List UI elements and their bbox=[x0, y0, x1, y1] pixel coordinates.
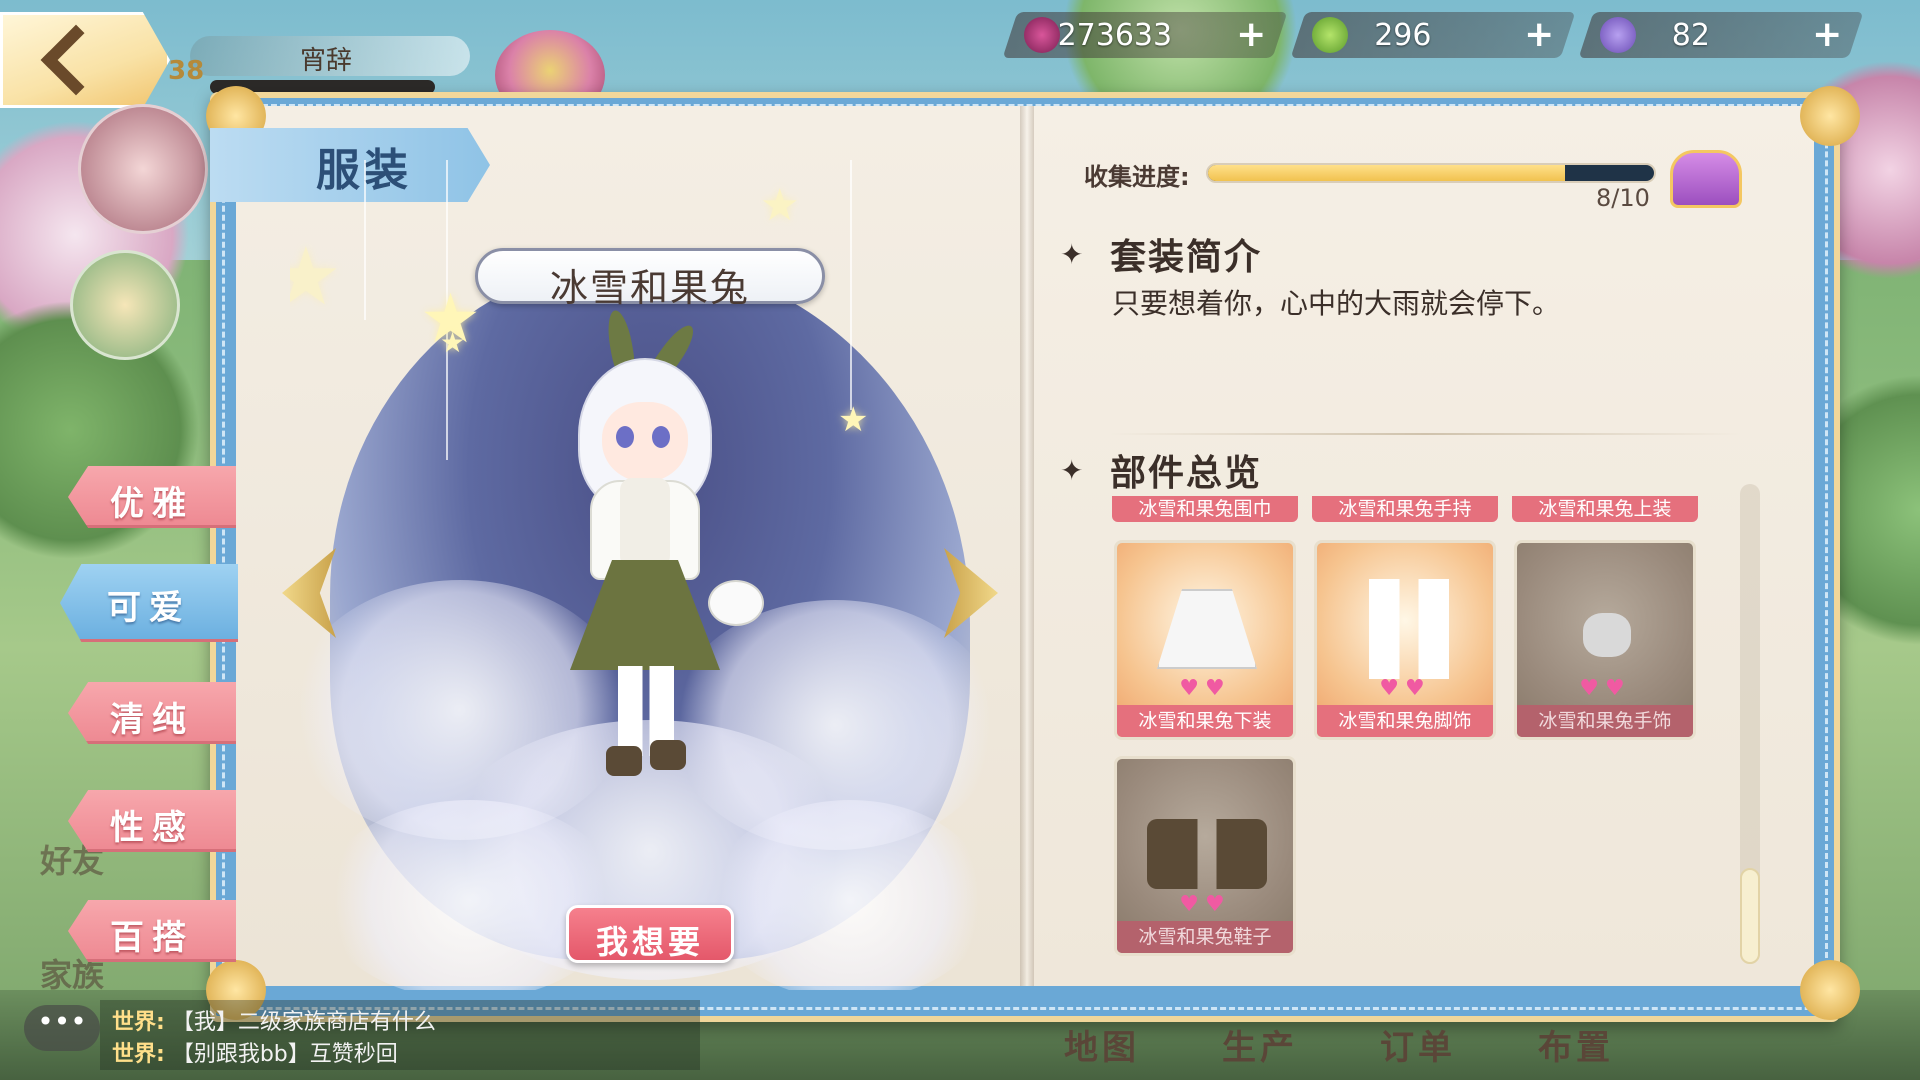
add-berries-button[interactable]: + bbox=[1236, 14, 1266, 55]
part-label: 冰雪和果兔下装 bbox=[1117, 705, 1293, 737]
intro-text: 只要想着你，心中的大雨就会停下。 bbox=[1112, 287, 1561, 320]
bunny-plush bbox=[708, 580, 764, 626]
scarf bbox=[620, 478, 670, 568]
chat-message: 【我】二级家族商店有什么 bbox=[171, 1010, 436, 1035]
add-grapes-button[interactable]: + bbox=[1812, 14, 1842, 55]
player-level: 38 bbox=[168, 56, 205, 86]
star-icon: ★ bbox=[760, 180, 800, 231]
part-card-socks[interactable]: ♥♥ 冰雪和果兔脚饰 bbox=[1314, 540, 1496, 740]
part-label: 冰雪和果兔手饰 bbox=[1517, 705, 1693, 737]
chat-line: 世界: 【别跟我bb】互赞秒回 bbox=[112, 1036, 398, 1068]
currency-value: 273633 bbox=[1057, 18, 1173, 53]
tab-pure[interactable]: 清纯 bbox=[68, 682, 236, 744]
tab-label: 优雅 bbox=[110, 484, 194, 524]
star-icon: ★ bbox=[440, 326, 466, 359]
tab-sexy[interactable]: 性感 bbox=[68, 790, 236, 852]
tab-label: 百搭 bbox=[110, 918, 194, 958]
nav-production[interactable]: 生产 bbox=[1222, 1020, 1298, 1069]
star-bullet-icon: ✦ bbox=[1060, 238, 1084, 271]
corner-ornament-icon bbox=[1800, 960, 1860, 1020]
part-card-shoes[interactable]: ♥♥ 冰雪和果兔鞋子 bbox=[1114, 756, 1296, 956]
corner-ornament-icon bbox=[1800, 86, 1860, 146]
part-label: 冰雪和果兔上装 bbox=[1512, 496, 1698, 522]
face bbox=[602, 402, 688, 482]
back-button[interactable] bbox=[0, 12, 170, 108]
heart-rating: ♥♥ bbox=[1179, 892, 1231, 917]
part-card-skirt[interactable]: ♥♥ 冰雪和果兔下装 bbox=[1114, 540, 1296, 740]
book-spine bbox=[1020, 106, 1034, 986]
tab-label: 性感 bbox=[110, 808, 194, 848]
eye-right bbox=[652, 426, 670, 448]
bracelet-icon bbox=[1583, 613, 1631, 657]
treasure-chest-icon[interactable] bbox=[1670, 150, 1742, 208]
collection-progress-fill bbox=[1208, 165, 1565, 181]
part-label: 冰雪和果兔围巾 bbox=[1112, 496, 1298, 522]
shoe-left bbox=[606, 746, 642, 776]
shoes-icon bbox=[1147, 819, 1267, 889]
section-divider bbox=[1110, 433, 1740, 435]
currency-value: 296 bbox=[1374, 18, 1432, 53]
want-button-label: 我想要 bbox=[595, 923, 704, 961]
parts-grid: 冰雪和果兔围巾 冰雪和果兔手持 冰雪和果兔上装 ♥♥ 冰雪和果兔下装 ♥♥ 冰雪… bbox=[1112, 496, 1752, 966]
nav-decorate[interactable]: 布置 bbox=[1538, 1020, 1614, 1069]
currency-berries: 273633 + bbox=[1002, 12, 1288, 58]
part-label: 冰雪和果兔脚饰 bbox=[1317, 705, 1493, 737]
parts-scroll-thumb[interactable] bbox=[1740, 868, 1760, 964]
chat-message: 【别跟我bb】互赞秒回 bbox=[171, 1042, 398, 1067]
collection-progress-bar bbox=[1206, 163, 1656, 183]
nav-map[interactable]: 地图 bbox=[1064, 1020, 1140, 1069]
currency-value: 82 bbox=[1671, 18, 1710, 53]
tab-elegant[interactable]: 优雅 bbox=[68, 466, 236, 528]
part-label: 冰雪和果兔鞋子 bbox=[1117, 921, 1293, 953]
tab-label: 清纯 bbox=[110, 700, 194, 740]
star-bullet-icon: ✦ bbox=[1060, 454, 1084, 487]
add-leaves-button[interactable]: + bbox=[1524, 14, 1554, 55]
shoe-right bbox=[650, 740, 686, 770]
heart-rating: ♥♥ bbox=[1379, 676, 1431, 701]
chat-line: 世界: 【我】二级家族商店有什么 bbox=[112, 1004, 436, 1036]
eye-left bbox=[616, 426, 634, 448]
heart-rating: ♥♥ bbox=[1579, 676, 1631, 701]
socks-icon bbox=[1369, 579, 1449, 679]
star-icon: ★ bbox=[290, 230, 342, 323]
collection-progress-count: 8/10 bbox=[1596, 184, 1650, 212]
nav-orders[interactable]: 订单 bbox=[1380, 1020, 1456, 1069]
pet-avatar[interactable] bbox=[70, 250, 180, 360]
tab-label: 可爱 bbox=[107, 588, 191, 628]
want-button[interactable]: 我想要 bbox=[566, 905, 734, 963]
tab-cute[interactable]: 可爱 bbox=[60, 564, 238, 642]
collection-progress-label: 收集进度: bbox=[1084, 163, 1190, 191]
chat-channel: 世界: bbox=[112, 1010, 165, 1035]
currency-leaves: 296 + bbox=[1290, 12, 1576, 58]
part-card-bracelet[interactable]: ♥♥ 冰雪和果兔手饰 bbox=[1514, 540, 1696, 740]
chat-channel: 世界: bbox=[112, 1042, 165, 1067]
outfit-name-plate: 冰雪和果兔 bbox=[475, 248, 825, 310]
parts-heading: 部件总览 bbox=[1110, 453, 1263, 494]
heart-rating: ♥♥ bbox=[1179, 676, 1231, 701]
chat-button[interactable]: ••• bbox=[24, 1005, 100, 1051]
part-label: 冰雪和果兔手持 bbox=[1312, 496, 1498, 522]
player-avatar[interactable] bbox=[78, 104, 208, 234]
star-string bbox=[364, 160, 366, 320]
tab-versatile[interactable]: 百搭 bbox=[68, 900, 236, 962]
player-name: 宵辞 bbox=[300, 46, 353, 76]
cloud bbox=[710, 800, 990, 990]
intro-heading: 套装简介 bbox=[1110, 237, 1263, 278]
star-icon: ★ bbox=[838, 400, 869, 440]
skirt-icon bbox=[1157, 589, 1257, 669]
character-figure bbox=[560, 308, 764, 790]
outfit-name: 冰雪和果兔 bbox=[549, 266, 750, 310]
star-string bbox=[850, 160, 852, 410]
chevron-left-icon bbox=[40, 24, 112, 96]
currency-grapes: 82 + bbox=[1578, 12, 1864, 58]
